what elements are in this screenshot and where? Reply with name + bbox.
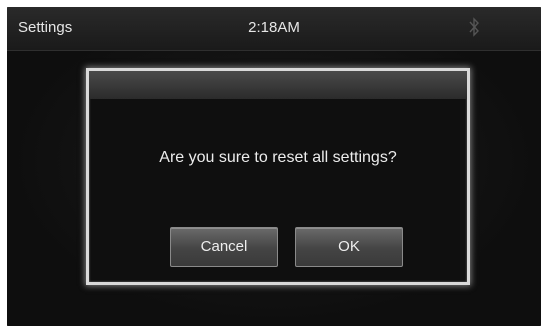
reset-confirm-dialog: Are you sure to reset all settings? Canc…: [86, 68, 470, 285]
dialog-header: [89, 71, 467, 99]
clock: 2:18AM: [248, 19, 300, 36]
device-frame: Settings 2:18AM Are you sure to reset al…: [0, 0, 548, 333]
status-bar: Settings 2:18AM: [7, 7, 541, 51]
bluetooth-icon: [468, 17, 480, 37]
screen: Settings 2:18AM Are you sure to reset al…: [7, 7, 541, 326]
ok-button[interactable]: OK: [295, 227, 403, 267]
cancel-button[interactable]: Cancel: [170, 227, 278, 267]
dialog-message: Are you sure to reset all settings?: [159, 149, 397, 166]
